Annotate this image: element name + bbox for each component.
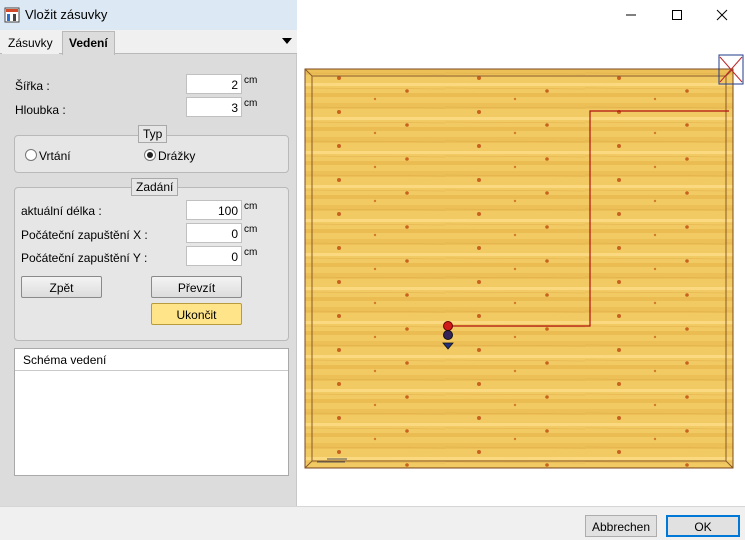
radio-drazky-label[interactable]: Drážky (158, 149, 195, 163)
width-unit: cm (244, 75, 258, 86)
radio-drazky[interactable] (144, 149, 156, 161)
close-icon (716, 9, 728, 21)
current-length-unit: cm (244, 201, 258, 212)
path-node-point[interactable] (443, 330, 453, 340)
depth-label: Hloubka : (15, 103, 66, 117)
cancel-button[interactable]: Abbrechen (585, 515, 657, 537)
radio-vrtani-label[interactable]: Vrtání (39, 149, 71, 163)
board-drawing (304, 54, 744, 469)
back-button[interactable]: Zpět (21, 276, 102, 298)
drawing-canvas[interactable] (297, 30, 745, 506)
properties-panel: Zásuvky Vedení Šířka : 2 cm Hloubka : 3 … (0, 30, 297, 506)
close-button[interactable] (699, 0, 745, 30)
depth-field[interactable]: 3 (186, 97, 242, 117)
width-label: Šířka : (15, 79, 50, 93)
maximize-button[interactable] (654, 0, 700, 30)
offset-y-label: Počáteční zapuštění Y : (21, 251, 148, 265)
finish-button[interactable]: Ukončit (151, 303, 242, 325)
type-group-title: Typ (138, 125, 168, 143)
minimize-icon (626, 14, 636, 16)
path-start-point[interactable] (443, 321, 453, 331)
board-surface (304, 68, 734, 469)
tab-strip: Zásuvky Vedení (0, 30, 297, 55)
title-bar: Vložit zásuvky (0, 0, 745, 30)
offset-x-label: Počáteční zapuštění X : (21, 228, 148, 242)
tab-zasuvky[interactable]: Zásuvky (2, 32, 59, 54)
offset-x-field[interactable]: 0 (186, 223, 242, 243)
app-icon (4, 7, 20, 23)
minimize-button[interactable] (608, 0, 654, 30)
schema-list-header: Schéma vedení (15, 349, 288, 371)
input-group-title: Zadání (131, 178, 179, 196)
chevron-down-icon[interactable] (281, 35, 293, 47)
tab-vedeni[interactable]: Vedení (62, 31, 115, 55)
dialog-footer: Abbrechen OK (0, 506, 745, 540)
ok-button[interactable]: OK (666, 515, 740, 537)
current-length-label: aktuální délka : (21, 204, 102, 218)
offset-y-field[interactable]: 0 (186, 246, 242, 266)
offset-y-unit: cm (244, 247, 258, 258)
current-length-field[interactable]: 100 (186, 200, 242, 220)
maximize-icon (672, 10, 682, 20)
radio-vrtani[interactable] (25, 149, 37, 161)
width-field[interactable]: 2 (186, 74, 242, 94)
schema-list[interactable]: Schéma vedení (14, 348, 289, 476)
depth-unit: cm (244, 98, 258, 109)
take-over-button[interactable]: Převzít (151, 276, 242, 298)
window-title: Vložit zásuvky (25, 7, 108, 22)
offset-x-unit: cm (244, 224, 258, 235)
